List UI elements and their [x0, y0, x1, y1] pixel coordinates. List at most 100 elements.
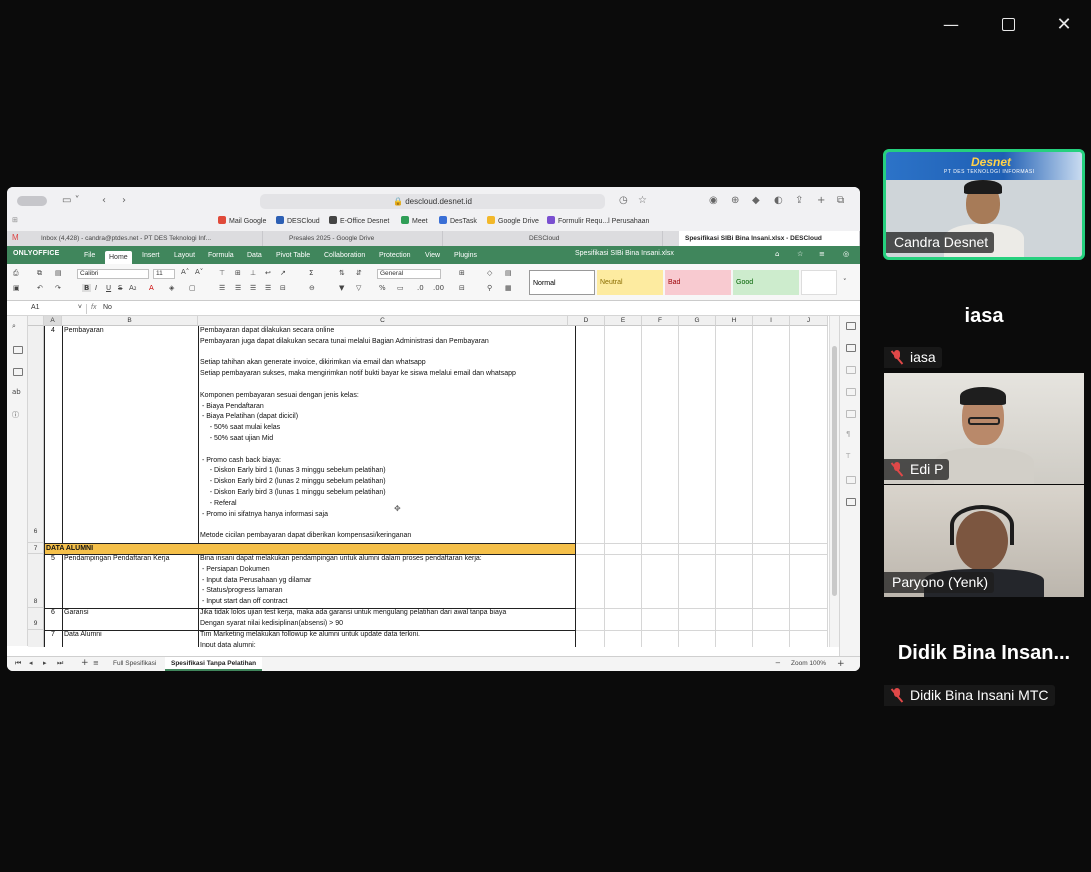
- cell-a10[interactable]: 7: [44, 630, 62, 641]
- undo-icon[interactable]: ↶: [37, 284, 43, 292]
- tabs-overview-icon[interactable]: ⧉: [837, 195, 844, 206]
- orientation-icon[interactable]: ↗: [280, 269, 286, 277]
- menu-protection[interactable]: Protection: [375, 249, 415, 262]
- pivot-settings-icon[interactable]: [846, 476, 856, 484]
- align-top-icon[interactable]: ⊤: [219, 269, 225, 277]
- tab-presales[interactable]: Presales 2025 - Google Drive: [283, 231, 443, 246]
- menu-data[interactable]: Data: [243, 249, 266, 262]
- currency-icon[interactable]: ▭: [397, 284, 404, 292]
- new-tab-icon[interactable]: +: [817, 195, 825, 206]
- vertical-scrollbar[interactable]: [829, 316, 839, 647]
- style-empty[interactable]: [801, 270, 837, 295]
- minimize-icon[interactable]: —: [940, 14, 962, 36]
- participant-tile-2[interactable]: iasa iasa: [884, 261, 1084, 372]
- fx-icon[interactable]: fx: [91, 304, 96, 311]
- share-icon[interactable]: ⇪: [795, 195, 803, 206]
- filter-icon[interactable]: ▼: [339, 284, 344, 292]
- forward-icon[interactable]: ›: [122, 195, 126, 206]
- col-header-c[interactable]: C: [198, 316, 568, 326]
- sort-desc-icon[interactable]: ⇵: [356, 269, 362, 277]
- extension-icon-2[interactable]: ◆: [752, 195, 760, 206]
- download-icon[interactable]: ⊕: [731, 195, 739, 206]
- named-range-icon[interactable]: ⊖: [309, 284, 315, 292]
- style-bad[interactable]: Bad: [665, 270, 731, 295]
- col-header-i[interactable]: I: [753, 316, 790, 326]
- cell-c9[interactable]: Jika tidak lolos ujian test kerja, maka …: [200, 608, 574, 630]
- row-header-8[interactable]: 8: [28, 554, 44, 608]
- scrollbar-thumb[interactable]: [832, 346, 837, 596]
- cell-c10[interactable]: Tim Marketing melakukan followup ke alum…: [200, 630, 574, 647]
- align-right-icon[interactable]: ☰: [250, 284, 256, 292]
- zoom-out-icon[interactable]: −: [775, 659, 781, 667]
- extension-icon[interactable]: ◉: [709, 195, 718, 206]
- signature-icon[interactable]: [846, 498, 856, 506]
- sort-asc-icon[interactable]: ⇅: [339, 269, 345, 277]
- menu-file[interactable]: File: [80, 249, 99, 262]
- sum-icon[interactable]: Σ: [309, 269, 313, 277]
- bookmark-eoffice[interactable]: E-Office Desnet: [329, 216, 389, 225]
- menu-plugins[interactable]: Plugins: [450, 249, 481, 262]
- bold-button[interactable]: B: [82, 284, 92, 292]
- sheet-list-icon[interactable]: ≡: [93, 659, 99, 667]
- decrease-font-icon[interactable]: A˅: [195, 268, 203, 276]
- increase-font-icon[interactable]: A˄: [181, 268, 189, 276]
- participant-tile-4[interactable]: Paryono (Yenk): [884, 485, 1084, 597]
- sidebar-toggle[interactable]: [17, 196, 47, 206]
- comments-icon[interactable]: [13, 346, 23, 354]
- copy-style-icon[interactable]: ⚲: [487, 284, 492, 292]
- clear-icon[interactable]: ◇: [487, 269, 492, 277]
- wrap-text-icon[interactable]: ↩: [265, 269, 271, 277]
- formula-input[interactable]: No: [103, 304, 833, 311]
- close-icon[interactable]: ✕: [1053, 14, 1075, 36]
- percent-icon[interactable]: %: [379, 284, 386, 292]
- style-normal[interactable]: Normal: [529, 270, 595, 295]
- paragraph-icon[interactable]: ¶: [846, 430, 850, 438]
- format-table-icon[interactable]: ▦: [505, 284, 512, 292]
- menu-icon[interactable]: ≡: [819, 250, 825, 258]
- menu-insert[interactable]: Insert: [138, 249, 164, 262]
- col-header-g[interactable]: G: [679, 316, 716, 326]
- participant-tile-3[interactable]: Edi P: [884, 373, 1084, 484]
- info-icon[interactable]: ⓘ: [12, 410, 19, 420]
- search-icon[interactable]: ⌕: [12, 322, 16, 331]
- col-header-a[interactable]: A: [44, 316, 62, 326]
- conditional-format-icon[interactable]: ▤: [505, 269, 512, 277]
- font-family-select[interactable]: Calibri: [77, 269, 149, 279]
- menu-formula[interactable]: Formula: [204, 249, 238, 262]
- prev-sheet-icon[interactable]: ◂: [29, 659, 33, 667]
- tab-inbox[interactable]: Inbox (4,428) - candra@ptdes.net - PT DE…: [35, 231, 263, 246]
- tab-spesifikasi[interactable]: Spesifikasi SIBi Bina Insani.xlsx - DESC…: [679, 231, 860, 246]
- menu-view[interactable]: View: [421, 249, 444, 262]
- paste-icon[interactable]: ▤: [55, 269, 62, 277]
- first-sheet-icon[interactable]: ⏮: [15, 659, 21, 668]
- cell-c8[interactable]: Bina insani dapat melakukan pendampingan…: [200, 554, 574, 608]
- sheet-tab-full-spesifikasi[interactable]: Full Spesifikasi: [107, 657, 162, 671]
- cell-settings-icon[interactable]: [846, 322, 856, 330]
- back-icon[interactable]: ‹: [102, 195, 106, 206]
- chart-settings-icon[interactable]: [846, 410, 856, 418]
- cell-c6[interactable]: Pembayaran dapat dilakukan secara online…: [200, 326, 574, 543]
- open-location-icon[interactable]: ⌂: [775, 250, 779, 258]
- last-sheet-icon[interactable]: ⏭: [57, 659, 63, 668]
- cell-b10[interactable]: Data Alumni: [64, 630, 196, 641]
- underline-button[interactable]: U: [106, 284, 111, 292]
- font-color-button[interactable]: A: [149, 284, 154, 292]
- bookmark-destask[interactable]: DesTask: [439, 216, 477, 225]
- print-icon[interactable]: ⎙: [13, 269, 19, 278]
- spreadsheet-grid[interactable]: A B C D E F G H I J 6 7 8 9 4 Pembayaran…: [28, 316, 828, 647]
- cell-b6[interactable]: Pembayaran: [64, 326, 196, 337]
- redo-icon[interactable]: ↷: [55, 284, 61, 292]
- justify-icon[interactable]: ☰: [265, 284, 271, 292]
- borders-icon[interactable]: ▢: [189, 284, 196, 292]
- select-all-corner[interactable]: [28, 316, 44, 326]
- style-good[interactable]: Good: [733, 270, 799, 295]
- sheet-tab-spesifikasi-tanpa-pelatihan[interactable]: Spesifikasi Tanpa Pelatihan: [165, 657, 263, 671]
- cell-a9[interactable]: 6: [44, 608, 62, 619]
- cell-a7[interactable]: DATA ALUMNI: [46, 543, 246, 554]
- grid-icon[interactable]: ⊞: [12, 216, 18, 224]
- star-icon[interactable]: ☆: [638, 195, 647, 206]
- style-neutral[interactable]: Neutral: [597, 270, 663, 295]
- participant-tile-1[interactable]: Desnet PT DES TEKNOLOGI INFORMASI Candra…: [883, 149, 1085, 260]
- menu-collaboration[interactable]: Collaboration: [320, 249, 369, 262]
- bookmark-formulir[interactable]: Formulir Requ...l Perusahaan: [547, 216, 649, 225]
